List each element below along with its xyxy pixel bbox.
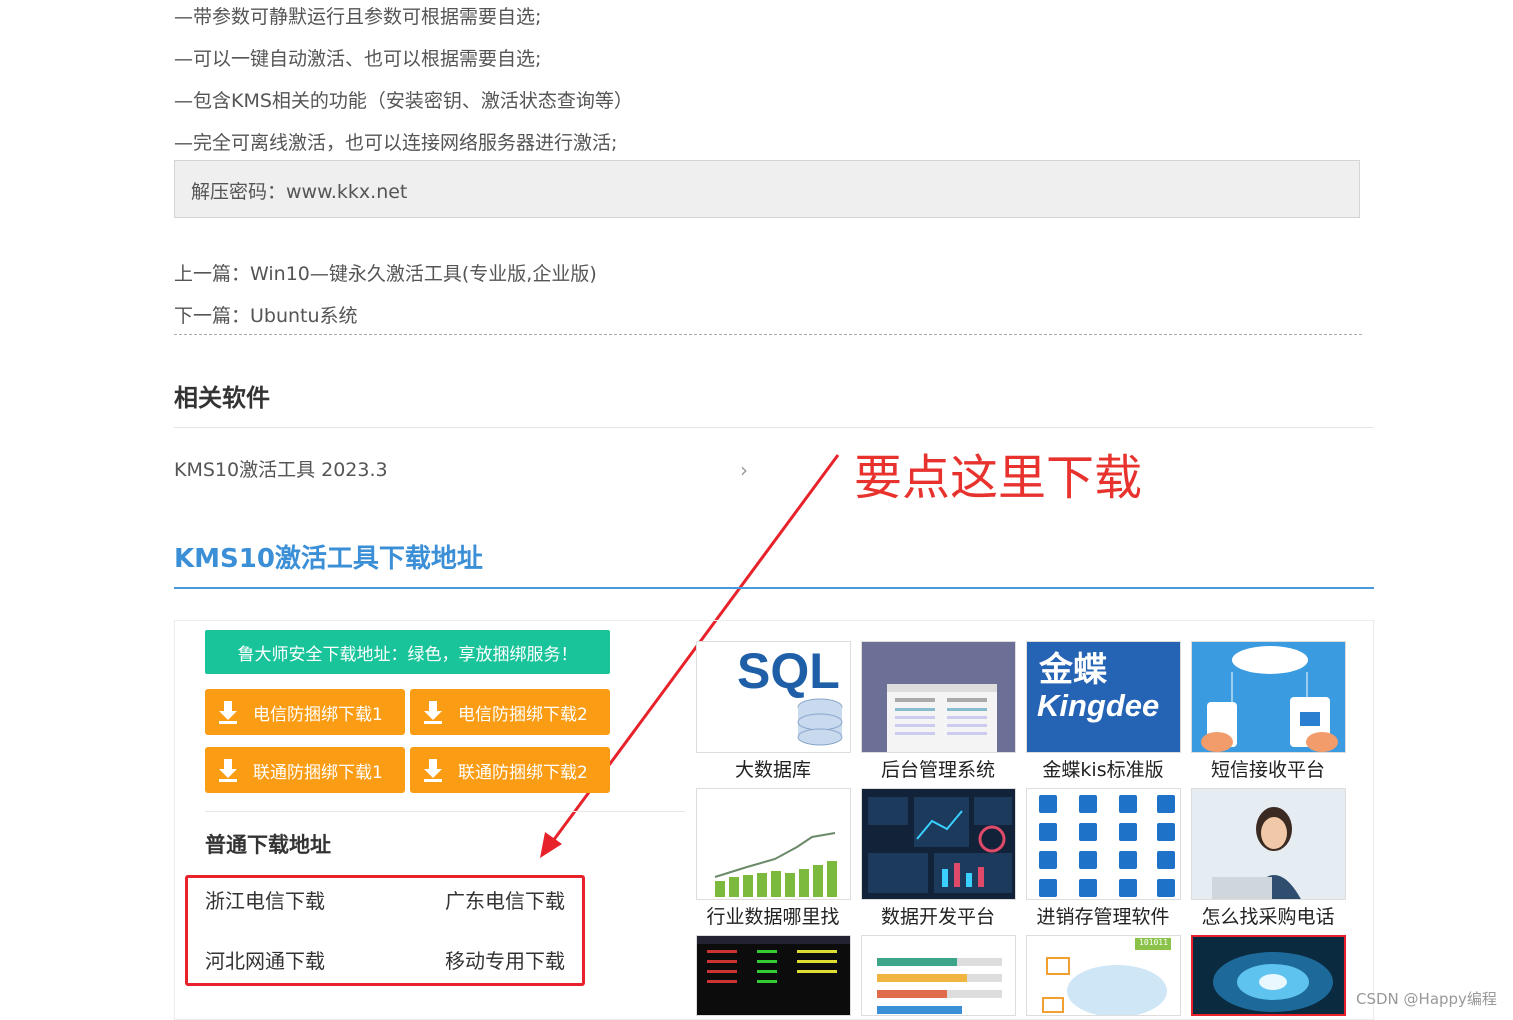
ad-caption[interactable]: 数据开发平台 bbox=[858, 902, 1018, 929]
download-icon bbox=[424, 759, 442, 782]
button-label: 联通防捆绑下载2 bbox=[458, 762, 588, 783]
ad-tile-cloud[interactable]: 101011 bbox=[1026, 935, 1181, 1016]
next-article-link[interactable]: 下一篇：Ubuntu系统 bbox=[174, 301, 358, 328]
divider bbox=[174, 427, 1374, 428]
database-icon bbox=[797, 698, 843, 746]
ad-tile-industry-data[interactable] bbox=[696, 788, 851, 900]
ad-caption[interactable]: 短信接收平台 bbox=[1188, 755, 1348, 782]
ad-tile-data-dev[interactable] bbox=[861, 788, 1016, 900]
ad-caption[interactable]: 进销存管理软件 bbox=[1023, 902, 1183, 929]
kingdee-logo-en: Kingdee bbox=[1037, 688, 1160, 723]
kingdee-logo-cn: 金蝶 bbox=[1039, 650, 1107, 690]
button-label: 电信防捆绑下载2 bbox=[458, 704, 588, 725]
watermark: CSDN @Happy编程 bbox=[1356, 990, 1497, 1008]
ad-tile-stock[interactable] bbox=[696, 935, 851, 1016]
divider bbox=[174, 334, 1362, 335]
sms-cloud-icon bbox=[1201, 646, 1338, 752]
cloud-computing-icon bbox=[1042, 938, 1171, 1015]
ad-tile-tech[interactable] bbox=[1191, 935, 1346, 1016]
unicom-download-button-2[interactable]: 联通防捆绑下载2 bbox=[410, 747, 610, 793]
ad-caption[interactable]: 行业数据哪里找 bbox=[693, 902, 853, 929]
prev-article-link[interactable]: 上一篇：Win10—键永久激活工具(专业版,企业版) bbox=[174, 259, 597, 286]
telecom-download-button-2[interactable]: 电信防捆绑下载2 bbox=[410, 689, 610, 735]
binary-label: 101011 bbox=[1139, 938, 1168, 947]
bar-chart-icon bbox=[714, 832, 837, 897]
download-icon bbox=[219, 759, 237, 782]
feature-line: —可以一键自动激活、也可以根据需要自选; bbox=[174, 48, 542, 70]
ad-caption[interactable]: 大数据库 bbox=[693, 755, 853, 782]
ad-tile-purchase[interactable] bbox=[1191, 788, 1346, 900]
annotation-text: 要点这里下载 bbox=[854, 450, 1143, 506]
feature-line: —完全可离线激活，也可以连接网络服务器进行激活; bbox=[174, 132, 618, 154]
password-box: 解压密码：www.kkx.net bbox=[174, 160, 1360, 218]
button-label: 联通防捆绑下载1 bbox=[253, 762, 383, 783]
divider bbox=[174, 587, 1374, 589]
ad-tile-inventory[interactable] bbox=[1026, 788, 1181, 900]
ad-tile-kingdee[interactable]: 金蝶 Kingdee bbox=[1026, 641, 1181, 753]
ad-tile-admin[interactable] bbox=[861, 641, 1016, 753]
highlight-box bbox=[185, 875, 585, 986]
ad-caption[interactable]: 金蝶kis标准版 bbox=[1023, 755, 1183, 782]
feature-line: —带参数可静默运行且参数可根据需要自选; bbox=[174, 6, 542, 28]
inventory-icons bbox=[1039, 795, 1175, 897]
call-center-agent-icon bbox=[1192, 789, 1345, 899]
divider bbox=[205, 811, 685, 812]
ad-caption[interactable]: 后台管理系统 bbox=[858, 755, 1018, 782]
normal-download-heading: 普通下载地址 bbox=[205, 833, 331, 857]
data-screen-icon bbox=[868, 797, 1012, 893]
download-icon bbox=[424, 701, 442, 724]
ad-tile-database[interactable]: SQL bbox=[696, 641, 851, 753]
sql-logo: SQL bbox=[737, 643, 840, 699]
progress-bars-icon bbox=[877, 958, 1002, 1014]
ad-tile-sms[interactable] bbox=[1191, 641, 1346, 753]
related-item-link[interactable]: KMS10激活工具 2023.3 bbox=[174, 455, 388, 482]
stock-terminal-icon bbox=[697, 936, 850, 983]
unicom-download-button-1[interactable]: 联通防捆绑下载1 bbox=[205, 747, 405, 793]
button-label: 电信防捆绑下载1 bbox=[253, 704, 383, 725]
ad-caption[interactable]: 怎么找采购电话 bbox=[1188, 902, 1348, 929]
dashboard-screen-icon bbox=[887, 684, 997, 752]
telecom-download-button-1[interactable]: 电信防捆绑下载1 bbox=[205, 689, 405, 735]
download-icon bbox=[219, 701, 237, 724]
data-tunnel-icon bbox=[1213, 952, 1333, 1012]
ad-tile-progress[interactable] bbox=[861, 935, 1016, 1016]
download-title: KMS10激活工具下载地址 bbox=[174, 544, 483, 574]
safe-download-banner[interactable]: 鲁大师安全下载地址：绿色，享放捆绑服务！ bbox=[205, 630, 610, 674]
password-text: 解压密码：www.kkx.net bbox=[191, 181, 408, 203]
chevron-right-icon[interactable]: › bbox=[740, 458, 748, 482]
related-heading: 相关软件 bbox=[174, 384, 270, 412]
feature-line: —包含KMS相关的功能（安装密钥、激活状态查询等） bbox=[174, 90, 633, 112]
